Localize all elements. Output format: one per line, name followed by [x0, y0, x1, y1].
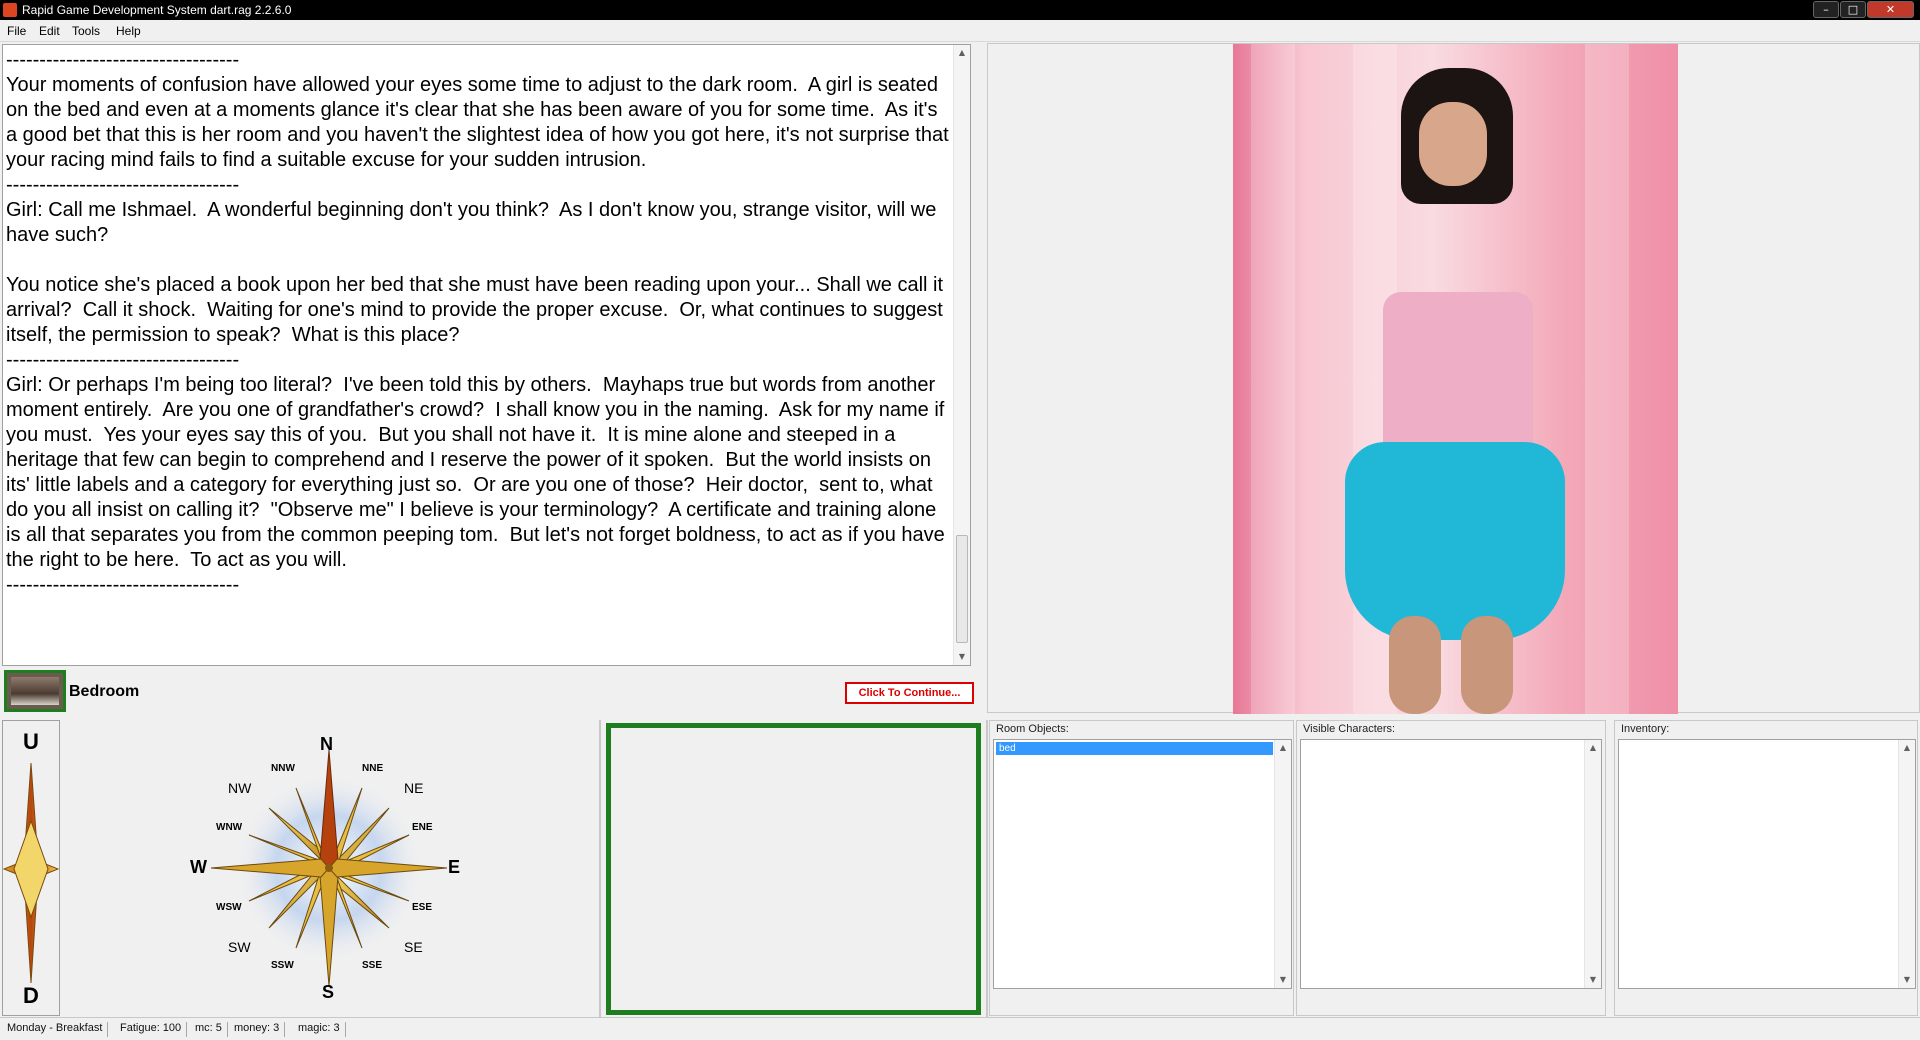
figure-face: [1419, 102, 1487, 186]
menu-tools[interactable]: Tools: [72, 24, 100, 38]
room-objects-panel: Room Objects: bed ▲ ▼: [989, 720, 1294, 1016]
visible-characters-list[interactable]: ▲ ▼: [1300, 739, 1602, 989]
app-icon: [3, 3, 17, 17]
visible-characters-panel: Visible Characters: ▲ ▼: [1296, 720, 1606, 1016]
story-text: ----------------------------------- Your…: [6, 49, 949, 596]
panel-divider: [599, 720, 601, 1017]
continue-button[interactable]: Click To Continue...: [845, 682, 974, 704]
compass-nw[interactable]: NW: [228, 780, 251, 796]
menu-edit[interactable]: Edit: [39, 24, 60, 38]
figure-skirt: [1345, 442, 1565, 640]
bottom-panel: U D N S E W NE NW SE SW NNE NNW SSE SSW …: [0, 720, 1920, 1017]
compass-w[interactable]: W: [190, 857, 207, 878]
compass-se[interactable]: SE: [404, 939, 423, 955]
visible-characters-scrollbar[interactable]: ▲ ▼: [1584, 740, 1601, 988]
inventory-scrollbar[interactable]: ▲ ▼: [1898, 740, 1915, 988]
status-fatigue: Fatigue: 100: [120, 1022, 188, 1037]
visible-characters-label: Visible Characters:: [1303, 723, 1396, 735]
status-day: Monday - Breakfast: [7, 1022, 109, 1037]
room-thumbnail[interactable]: [4, 670, 66, 712]
compass-ese[interactable]: ESE: [412, 902, 432, 913]
minimize-button[interactable]: –: [1813, 1, 1839, 18]
menu-file[interactable]: File: [7, 24, 26, 38]
panel-divider: [986, 720, 988, 1017]
up-down-panel: U D: [2, 720, 60, 1016]
compass-e[interactable]: E: [448, 857, 460, 878]
compass-nne[interactable]: NNE: [362, 763, 383, 774]
compass-sw[interactable]: SW: [228, 939, 251, 955]
character-photo: [1233, 44, 1678, 714]
status-magic: magic: 3: [298, 1022, 346, 1037]
compass-n[interactable]: N: [320, 734, 333, 755]
curtain-fold: [1585, 44, 1629, 714]
scroll-up-arrow-icon[interactable]: ▲: [1275, 740, 1291, 756]
compass-wnw[interactable]: WNW: [216, 822, 242, 833]
room-image: [11, 677, 59, 705]
scroll-down-arrow-icon[interactable]: ▼: [1899, 972, 1915, 988]
scroll-up-arrow-icon[interactable]: ▲: [954, 45, 970, 61]
status-money: money: 3: [234, 1022, 286, 1037]
room-objects-list[interactable]: bed ▲ ▼: [993, 739, 1292, 989]
compass-nnw[interactable]: NNW: [271, 763, 295, 774]
location-bar: Bedroom Click To Continue...: [2, 667, 974, 713]
story-panel: ----------------------------------- Your…: [2, 44, 971, 666]
status-mc: mc: 5: [195, 1022, 228, 1037]
menu-help[interactable]: Help: [116, 24, 141, 38]
scroll-thumb[interactable]: [956, 535, 968, 643]
menu-bar: File Edit Tools Help: [0, 20, 1920, 42]
figure-top: [1383, 292, 1533, 458]
window-title: Rapid Game Development System dart.rag 2…: [22, 3, 292, 17]
inventory-panel: Inventory: ▲ ▼: [1614, 720, 1918, 1016]
scroll-down-arrow-icon[interactable]: ▼: [954, 649, 970, 665]
room-objects-label: Room Objects:: [996, 723, 1069, 735]
scroll-up-arrow-icon[interactable]: ▲: [1899, 740, 1915, 756]
room-objects-scrollbar[interactable]: ▲ ▼: [1274, 740, 1291, 988]
action-frame: [606, 723, 981, 1015]
maximize-button[interactable]: □: [1840, 1, 1866, 18]
story-scrollbar[interactable]: ▲ ▼: [953, 45, 970, 665]
curtain-fold: [1251, 44, 1295, 714]
up-down-star-icon: [3, 762, 59, 984]
scene-image-panel: [987, 43, 1920, 714]
compass-s[interactable]: S: [322, 982, 334, 1003]
compass-ssw[interactable]: SSW: [271, 960, 294, 971]
compass-ne[interactable]: NE: [404, 780, 423, 796]
down-button[interactable]: D: [3, 983, 59, 1009]
compass-sse[interactable]: SSE: [362, 960, 382, 971]
room-name: Bedroom: [69, 683, 140, 700]
scroll-down-arrow-icon[interactable]: ▼: [1585, 972, 1601, 988]
scroll-down-arrow-icon[interactable]: ▼: [1275, 972, 1291, 988]
compass-wsw[interactable]: WSW: [216, 902, 242, 913]
compass-rose-icon: [210, 749, 448, 987]
compass-panel: N S E W NE NW SE SW NNE NNW SSE SSW ENE …: [62, 720, 600, 1016]
compass-ene[interactable]: ENE: [412, 822, 433, 833]
close-button[interactable]: ✕: [1867, 1, 1914, 18]
figure-leg: [1461, 616, 1513, 714]
list-item[interactable]: bed: [996, 742, 1273, 755]
title-bar: Rapid Game Development System dart.rag 2…: [0, 0, 1920, 20]
status-bar: Monday - Breakfast Fatigue: 100 mc: 5 mo…: [0, 1017, 1920, 1040]
scroll-up-arrow-icon[interactable]: ▲: [1585, 740, 1601, 756]
inventory-list[interactable]: ▲ ▼: [1618, 739, 1916, 989]
figure-leg: [1389, 616, 1441, 714]
inventory-label: Inventory:: [1621, 723, 1670, 735]
